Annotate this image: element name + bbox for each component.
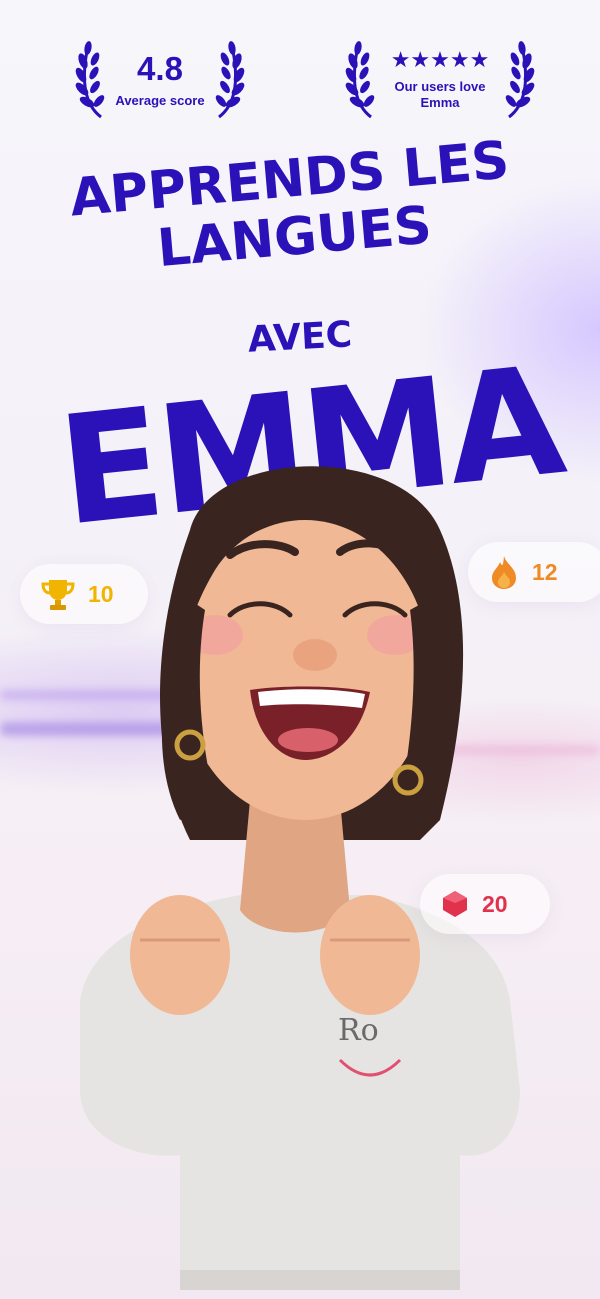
score-value: 4.8 <box>137 50 183 87</box>
gem-icon <box>443 891 467 917</box>
average-score-badge: 4.8 Average score <box>62 38 258 122</box>
gems-value: 20 <box>482 890 508 917</box>
users-love-badge: ★★★★★ Our users love Emma <box>340 38 540 122</box>
streak-stat: 12 <box>468 542 600 602</box>
users-love-label: Our users love Emma <box>394 79 486 110</box>
svg-text:Ro: Ro <box>338 1013 379 1048</box>
gems-stat: 20 <box>420 874 550 934</box>
score-label: Average score <box>115 93 205 108</box>
onboarding-screen: 4.8 Average score ★★★★★ Our users love E… <box>0 0 600 1299</box>
laurel-left-icon <box>76 41 105 119</box>
trophies-value: 10 <box>88 580 114 607</box>
trophy-icon <box>41 580 75 610</box>
streak-value: 12 <box>532 558 558 585</box>
five-stars-icon: ★★★★★ <box>390 48 490 73</box>
laurel-left-icon <box>345 41 375 119</box>
laurel-right-icon <box>505 41 535 119</box>
laurel-right-icon <box>215 41 244 119</box>
trophies-stat: 10 <box>20 564 148 624</box>
fire-icon <box>492 556 516 589</box>
headline: APPRENDS LES LANGUES <box>0 124 596 292</box>
